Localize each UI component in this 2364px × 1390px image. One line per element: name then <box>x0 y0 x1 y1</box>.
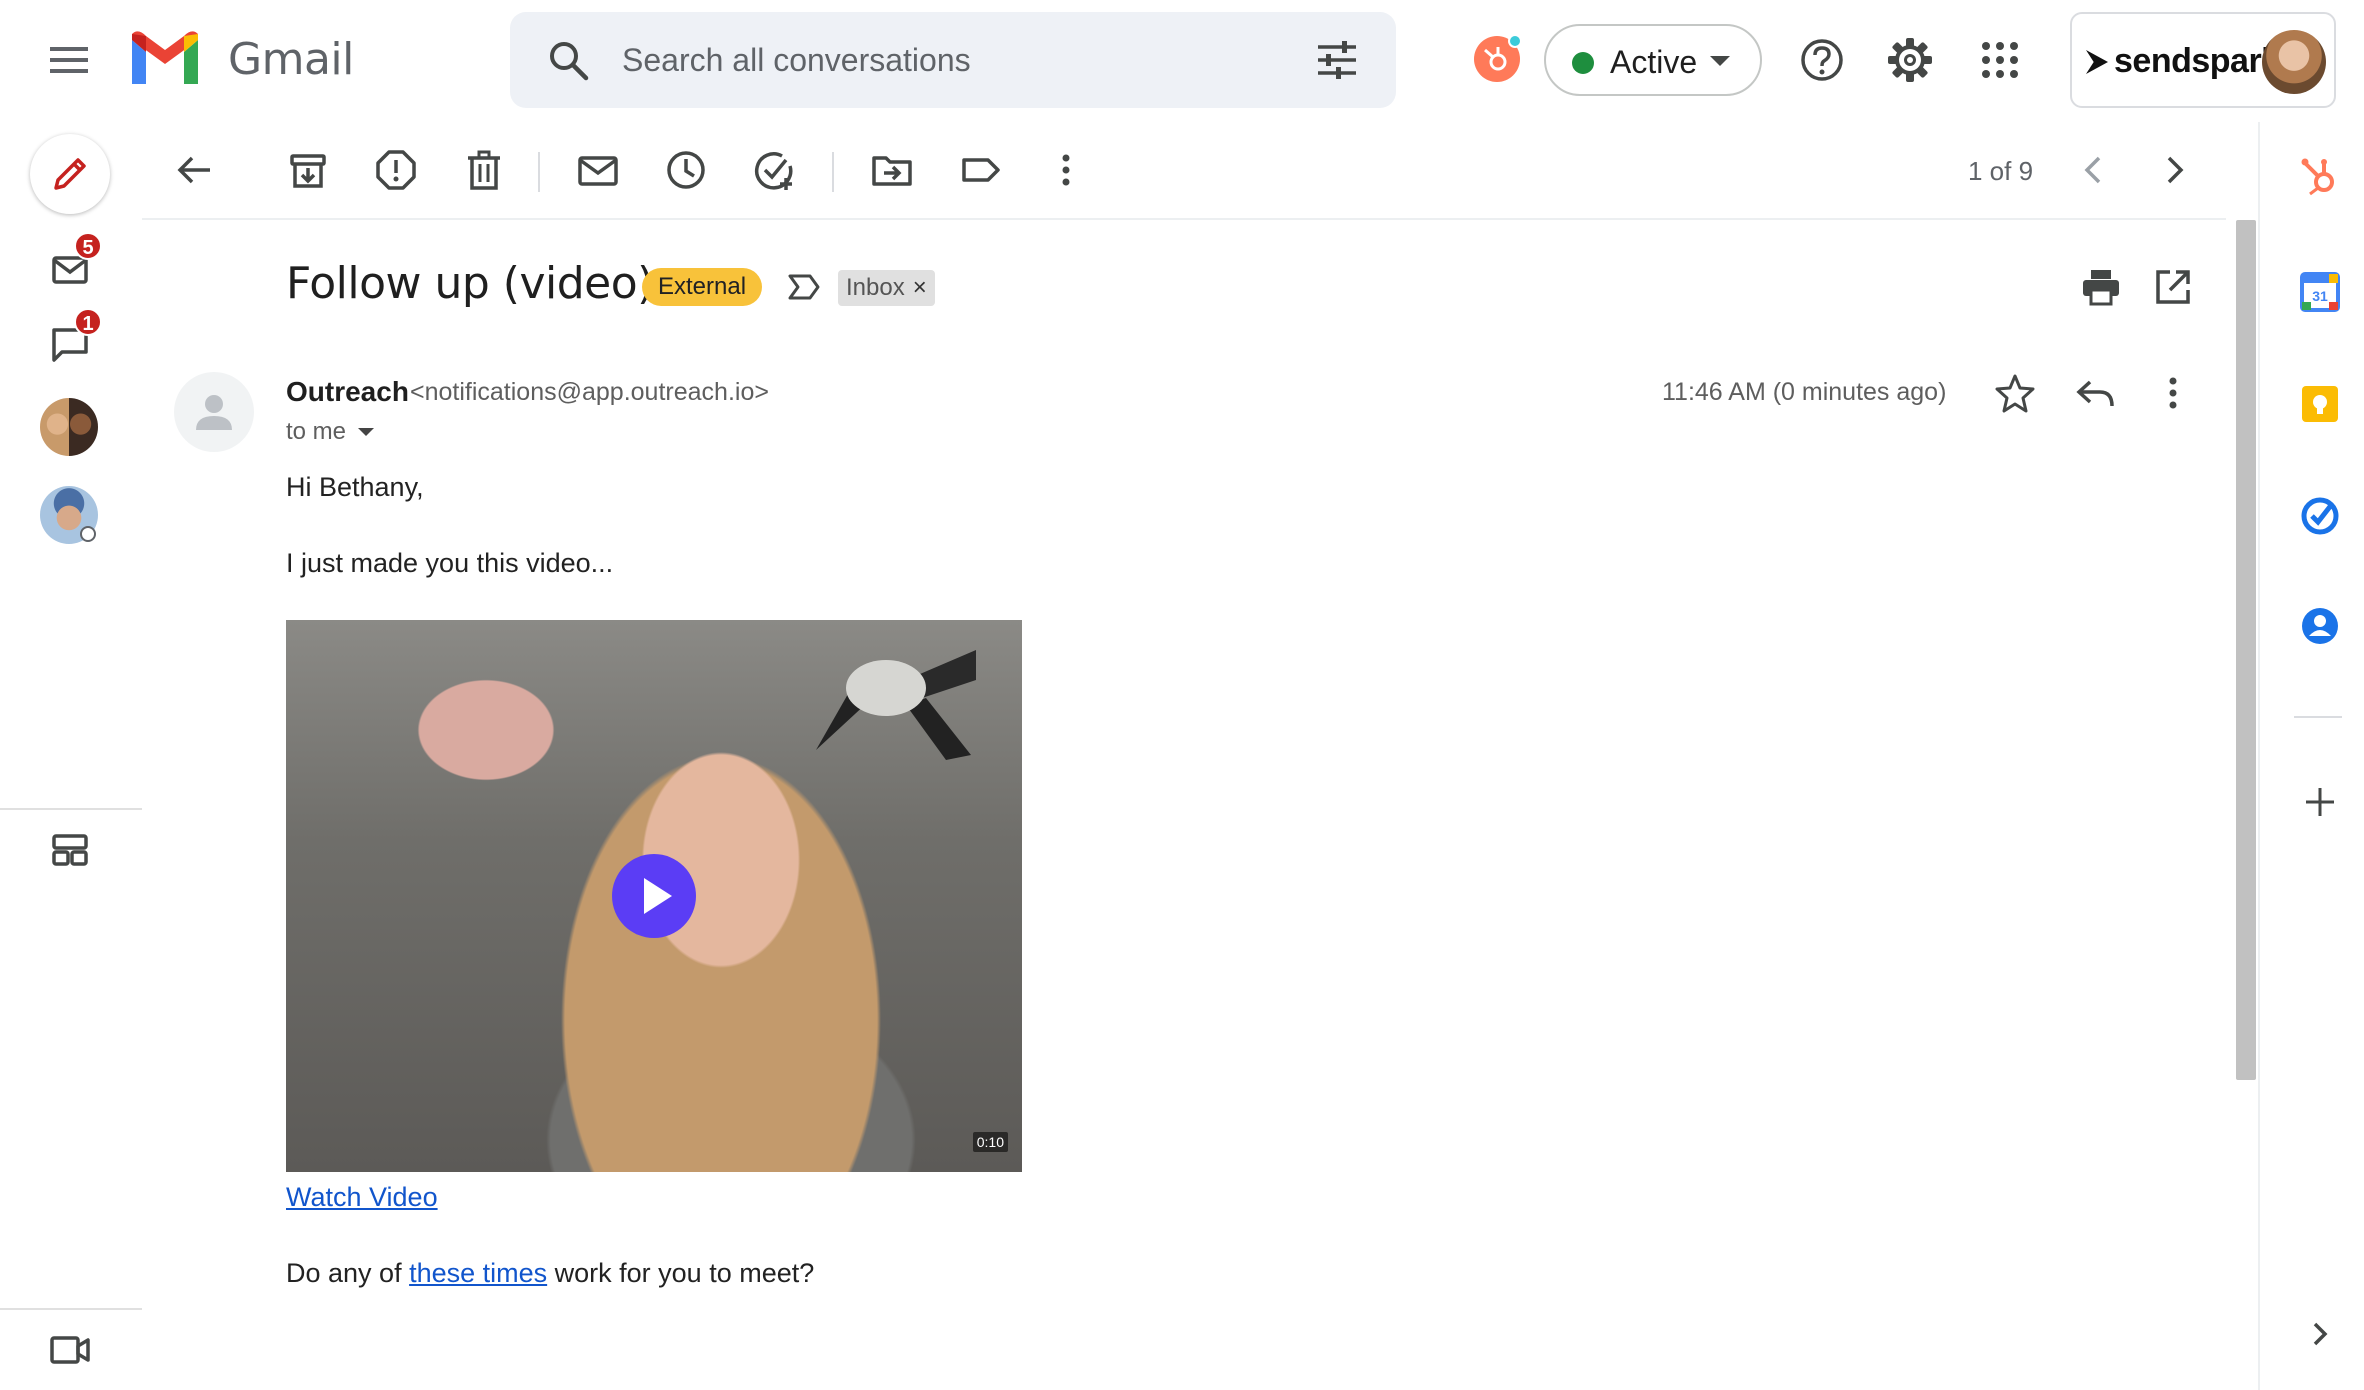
more-vert-icon[interactable] <box>1044 148 1088 192</box>
trash-icon[interactable] <box>462 148 506 192</box>
print-icon[interactable] <box>2080 266 2122 308</box>
sender-email: <notifications@app.outreach.io> <box>410 378 769 406</box>
watch-video-link[interactable]: Watch Video <box>286 1182 438 1213</box>
presence-indicator <box>80 526 96 542</box>
brand-logo: sendspark <box>2086 42 2280 81</box>
contact-avatar[interactable] <box>40 486 98 544</box>
status-dot <box>1572 52 1594 74</box>
snooze-icon[interactable] <box>664 148 708 192</box>
video-camera-icon[interactable] <box>48 1328 92 1372</box>
pagination-count: 1 of 9 <box>1968 156 2034 186</box>
mail-badge: 5 <box>74 232 102 260</box>
search-bar <box>510 12 1396 108</box>
rail-divider-bottom <box>0 1308 142 1310</box>
scrollbar-thumb[interactable] <box>2236 220 2256 1080</box>
tasks-icon[interactable] <box>2298 494 2342 538</box>
search-input[interactable] <box>622 32 1282 88</box>
chevron-down-icon <box>358 428 375 436</box>
contact-avatar-group[interactable] <box>40 398 98 456</box>
account-avatar[interactable] <box>2262 30 2326 94</box>
message-toolbar: 1 of 9 <box>142 122 2226 220</box>
email-subject: Follow up (video) <box>286 258 654 309</box>
importance-marker-icon[interactable] <box>786 270 822 304</box>
mark-unread-icon[interactable] <box>576 148 620 192</box>
sender-name: Outreach <box>286 376 409 407</box>
inbox-label: Inbox × <box>838 270 935 306</box>
chevron-left-icon[interactable] <box>2072 148 2116 192</box>
rail-divider <box>0 808 142 810</box>
text-fragment: Do any of <box>286 1258 410 1288</box>
play-button[interactable] <box>612 854 696 938</box>
calendar-icon[interactable]: 31 <box>2298 270 2342 314</box>
back-arrow-icon[interactable] <box>172 148 216 192</box>
compose-button[interactable] <box>30 134 110 214</box>
text-fragment: work for you to meet? <box>547 1258 815 1288</box>
keep-icon[interactable] <box>2298 382 2342 426</box>
star-icon[interactable] <box>1994 372 2036 414</box>
video-thumbnail[interactable]: 0:10 <box>286 620 1022 1172</box>
move-to-icon[interactable] <box>870 148 914 192</box>
chevron-right-icon[interactable] <box>2152 148 2196 192</box>
side-panel: 31 <box>2258 122 2364 1390</box>
tune-icon[interactable] <box>1316 40 1358 80</box>
app-name: Gmail <box>228 34 354 85</box>
email-timestamp: 11:46 AM (0 minutes ago) <box>1662 378 1947 406</box>
label-icon[interactable] <box>958 148 1002 192</box>
help-icon[interactable] <box>1798 36 1846 84</box>
reply-icon[interactable] <box>2074 372 2116 414</box>
open-new-window-icon[interactable] <box>2152 266 2194 308</box>
these-times-link[interactable]: these times <box>409 1258 547 1288</box>
status-dropdown[interactable]: Active <box>1544 24 1762 96</box>
gear-icon[interactable] <box>1886 36 1934 84</box>
person-icon <box>196 395 232 430</box>
plus-icon[interactable] <box>2298 780 2342 824</box>
email-body-line: I just made you this video... <box>286 548 614 578</box>
recipient-details-toggle[interactable]: to me <box>286 418 375 446</box>
spaces-icon[interactable] <box>48 828 92 872</box>
status-label: Active <box>1610 44 1698 80</box>
notification-dot <box>1508 34 1522 48</box>
toolbar-separator <box>832 152 834 192</box>
top-bar: Gmail Active sendspark <box>0 0 2364 122</box>
apps-grid-icon[interactable] <box>1976 36 2024 84</box>
email-greeting: Hi Bethany, <box>286 472 424 502</box>
pencil-icon <box>54 158 86 190</box>
external-label: External <box>642 268 763 306</box>
hubspot-icon[interactable] <box>2298 154 2342 198</box>
sender-avatar[interactable] <box>174 372 254 452</box>
toolbar-separator <box>538 152 540 192</box>
more-vert-icon[interactable] <box>2152 372 2194 414</box>
chat-nav[interactable]: 1 <box>48 308 102 366</box>
hubspot-icon[interactable] <box>1474 34 1522 82</box>
email-closing-line: Do any of these times work for you to me… <box>286 1258 814 1289</box>
mail-nav[interactable]: 5 <box>48 232 102 290</box>
video-duration: 0:10 <box>972 1132 1008 1152</box>
add-task-icon[interactable] <box>752 148 796 192</box>
remove-label-icon[interactable]: × <box>913 270 927 306</box>
ceiling-fan <box>816 650 976 760</box>
menu-icon[interactable] <box>44 38 96 82</box>
contacts-icon[interactable] <box>2298 604 2342 648</box>
account-switcher[interactable]: sendspark <box>2070 12 2336 108</box>
gmail-logo[interactable] <box>128 30 202 88</box>
side-panel-divider <box>2294 716 2342 718</box>
inbox-label-text: Inbox <box>846 274 905 301</box>
archive-icon[interactable] <box>286 148 330 192</box>
left-rail: 5 1 <box>0 122 142 1390</box>
chevron-right-icon[interactable] <box>2298 1312 2342 1356</box>
svg-text:31: 31 <box>2312 288 2328 304</box>
chevron-down-icon <box>1710 56 1730 66</box>
search-icon[interactable] <box>546 38 590 82</box>
report-spam-icon[interactable] <box>374 148 418 192</box>
chat-badge: 1 <box>74 308 102 336</box>
